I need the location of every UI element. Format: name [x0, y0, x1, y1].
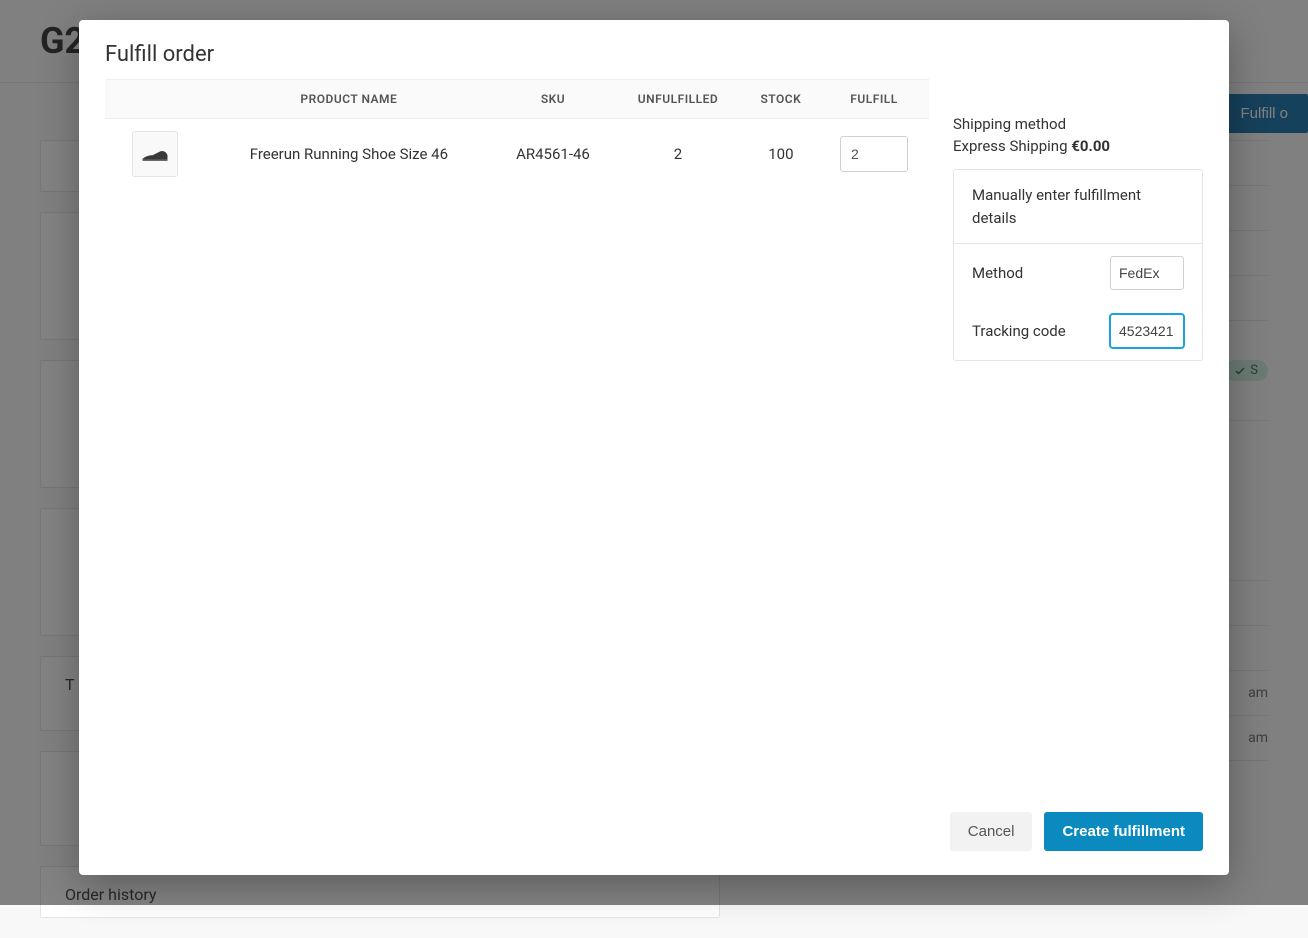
- col-product-name: PRODUCT NAME: [205, 80, 493, 119]
- fulfill-order-modal: Fulfill order PRODUCT NAME SKU UNFULFILL…: [79, 20, 1229, 875]
- shipping-method-label: Shipping method: [953, 115, 1203, 133]
- col-stock: STOCK: [743, 80, 819, 119]
- fulfillment-details-header: Manually enter fulfillment details: [954, 170, 1202, 244]
- method-input[interactable]: [1110, 256, 1184, 290]
- col-unfulfilled: UNFULFILLED: [613, 80, 743, 119]
- shipping-method-value: Express Shipping €0.00: [953, 137, 1203, 155]
- create-fulfillment-button[interactable]: Create fulfillment: [1044, 812, 1203, 851]
- tracking-code-input[interactable]: [1110, 314, 1184, 348]
- modal-title: Fulfill order: [79, 20, 1229, 79]
- sku-cell: AR4561-46: [493, 119, 614, 190]
- product-name-cell: Freerun Running Shoe Size 46: [205, 119, 493, 190]
- fulfill-quantity-input[interactable]: [840, 136, 908, 172]
- product-thumbnail: [132, 131, 178, 177]
- col-image: [105, 80, 205, 119]
- method-field-label: Method: [972, 264, 1023, 282]
- col-fulfill: FULFILL: [819, 80, 929, 119]
- tracking-code-label: Tracking code: [972, 322, 1066, 340]
- col-sku: SKU: [493, 80, 614, 119]
- stock-cell: 100: [743, 119, 819, 190]
- table-row: Freerun Running Shoe Size 46 AR4561-46 2…: [105, 119, 929, 190]
- modal-overlay: Fulfill order PRODUCT NAME SKU UNFULFILL…: [0, 0, 1308, 905]
- fulfillment-details-card: Manually enter fulfillment details Metho…: [953, 169, 1203, 361]
- cancel-button[interactable]: Cancel: [950, 812, 1033, 851]
- unfulfilled-cell: 2: [613, 119, 743, 190]
- shoe-icon: [140, 144, 170, 164]
- products-table: PRODUCT NAME SKU UNFULFILLED STOCK FULFI…: [105, 79, 929, 189]
